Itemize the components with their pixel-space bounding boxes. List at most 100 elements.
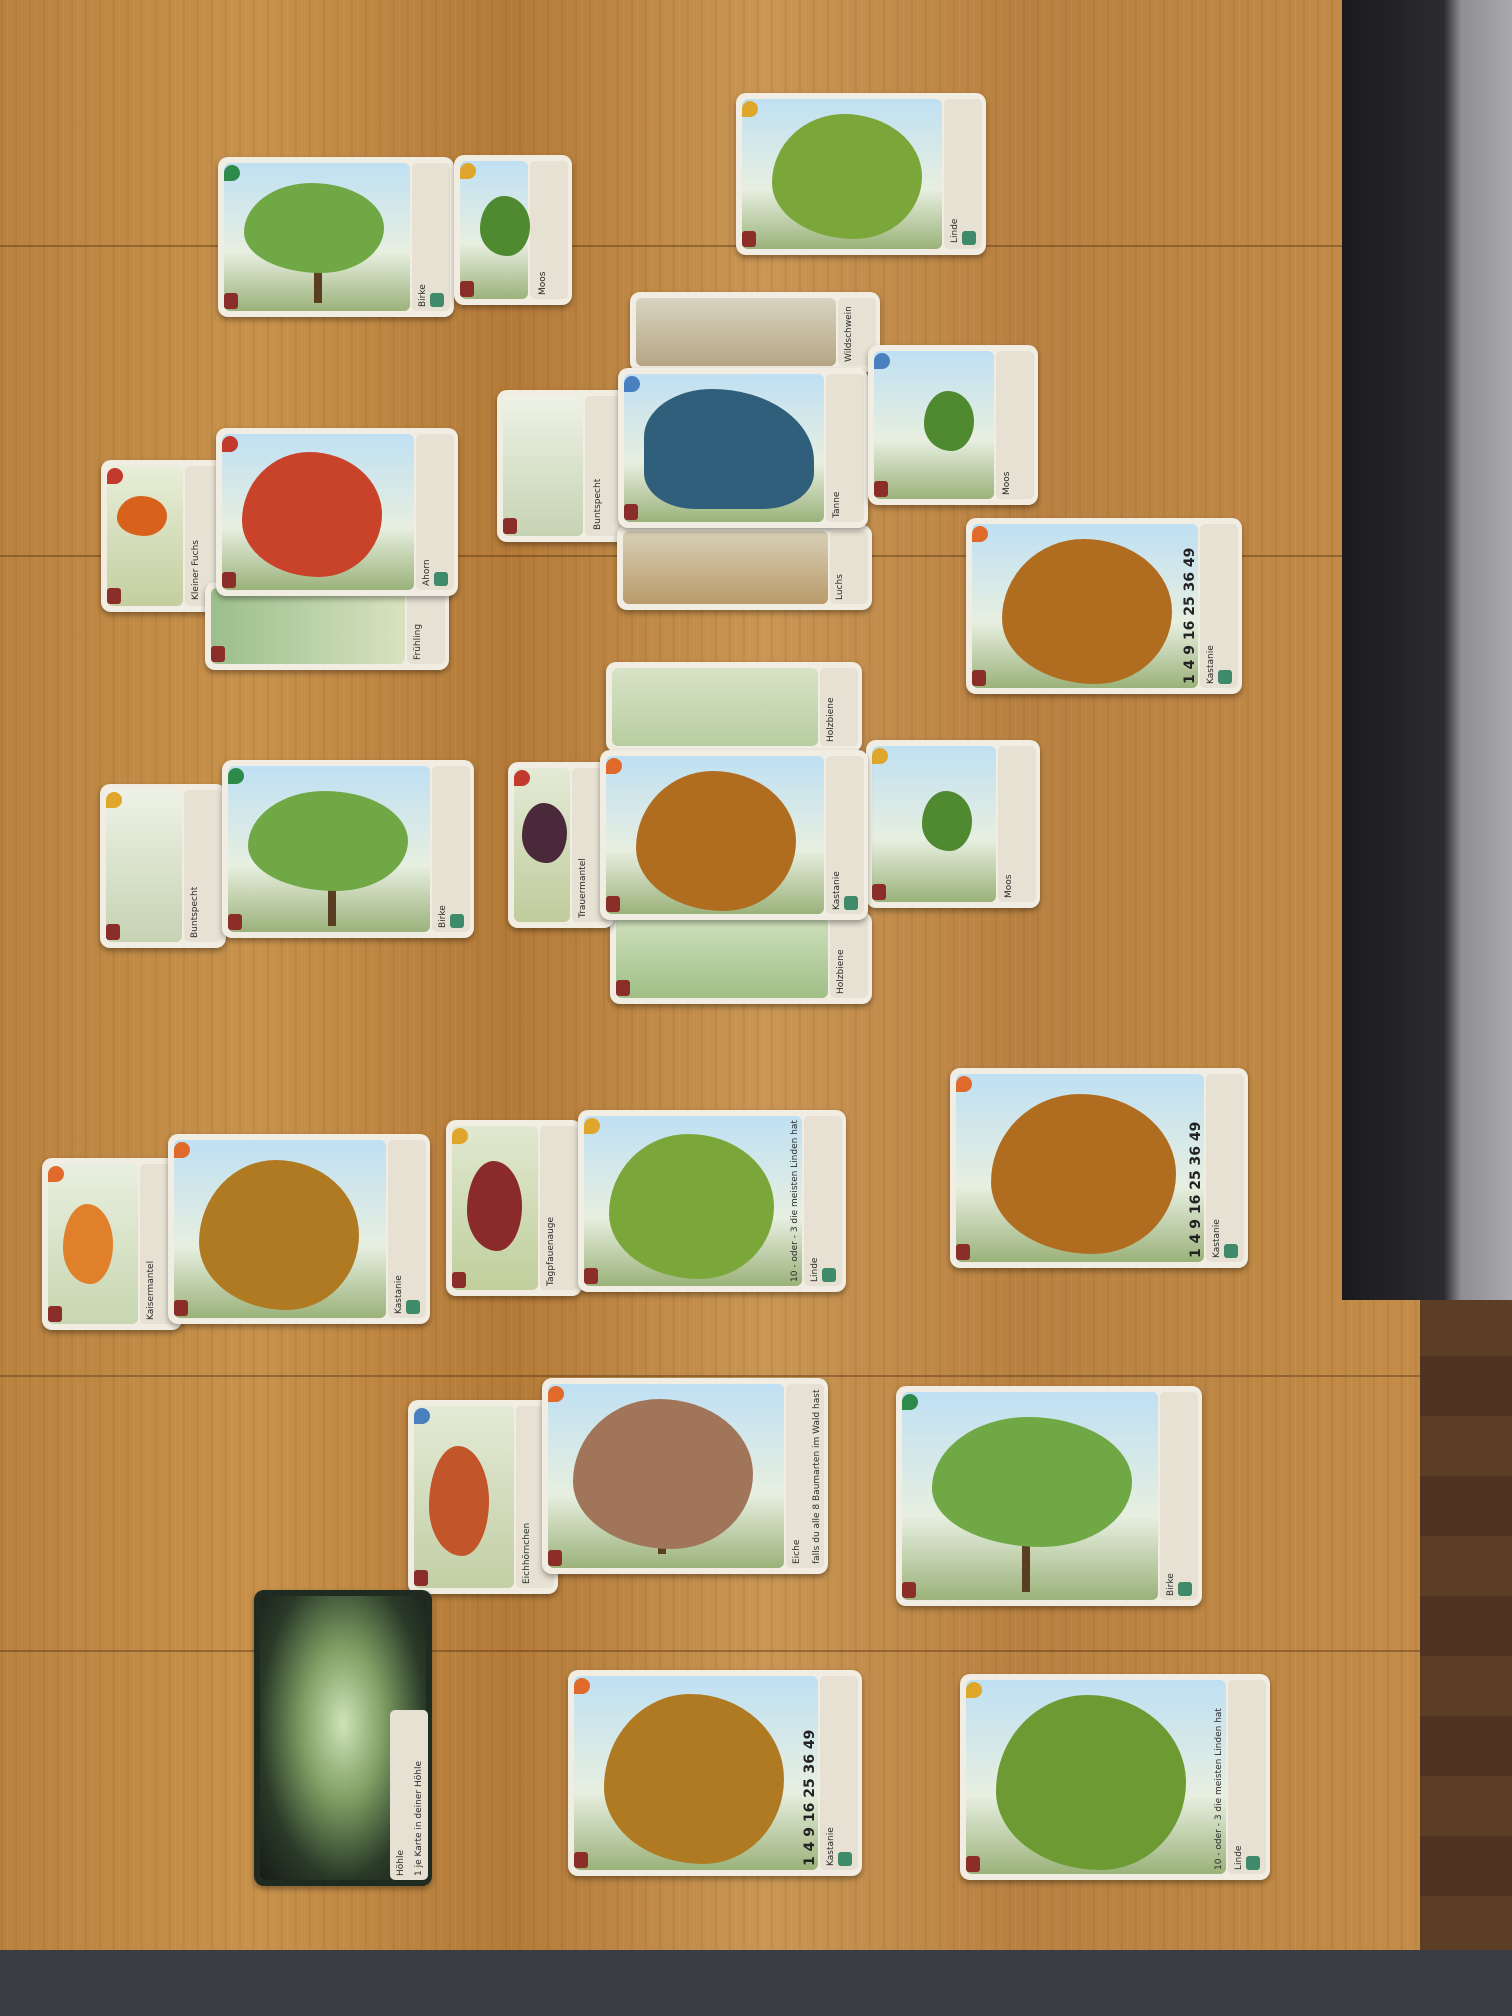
card-art bbox=[224, 163, 410, 311]
card-name: Moos bbox=[538, 271, 548, 295]
card-art bbox=[616, 918, 828, 998]
floor bbox=[1420, 1300, 1512, 2016]
card-name: Eiche bbox=[792, 1539, 802, 1564]
card-name: Eichhörnchen bbox=[522, 1522, 532, 1584]
card-art bbox=[902, 1392, 1158, 1600]
card-kastanie-right1[interactable]: Kastanie 1 4 9 16 25 36 49 bbox=[966, 518, 1242, 694]
card-hoehle[interactable]: Höhle 1 je Karte in deiner Höhle bbox=[254, 1590, 432, 1886]
card-name: Birke bbox=[418, 284, 428, 307]
card-luchs[interactable]: Luchs bbox=[617, 525, 872, 610]
card-name: Linde bbox=[950, 218, 960, 243]
card-name: Kastanie bbox=[1206, 645, 1216, 684]
card-art bbox=[460, 161, 530, 299]
card-panel bbox=[1160, 1392, 1198, 1600]
card-name: Buntspecht bbox=[593, 478, 603, 530]
card-name: Holzbiene bbox=[836, 949, 846, 995]
card-kastanie-center[interactable]: Kastanie bbox=[600, 750, 868, 920]
card-tagpfauenauge[interactable]: Tagpfauenauge bbox=[446, 1120, 582, 1296]
card-rule-text: falls du alle 8 Baumarten im Wald hast bbox=[812, 1389, 822, 1565]
card-art bbox=[874, 351, 994, 499]
card-trauermantel[interactable]: Trauermantel bbox=[508, 762, 614, 928]
card-art bbox=[211, 588, 405, 664]
card-name: Ahorn bbox=[422, 559, 432, 586]
card-art bbox=[956, 1074, 1204, 1262]
card-art bbox=[624, 374, 824, 522]
card-rule-text: 1 je Karte in deiner Höhle bbox=[414, 1760, 424, 1876]
card-kaisermantel[interactable]: Kaisermantel bbox=[42, 1158, 182, 1330]
card-kastanie-left[interactable]: Kastanie bbox=[168, 1134, 430, 1324]
card-art bbox=[574, 1676, 818, 1870]
card-name: Birke bbox=[1166, 1573, 1176, 1596]
card-art bbox=[872, 746, 996, 902]
card-name: Birke bbox=[438, 905, 448, 928]
plank-seam bbox=[0, 1375, 1420, 1377]
card-art bbox=[414, 1406, 514, 1588]
card-birke-right[interactable]: Birke bbox=[896, 1386, 1202, 1606]
card-holzbiene-bottom[interactable]: Holzbiene bbox=[610, 912, 872, 1004]
card-name: Kaisermantel bbox=[146, 1260, 156, 1320]
card-art bbox=[606, 756, 824, 914]
card-panel bbox=[530, 161, 568, 299]
knit-sleeve bbox=[1342, 0, 1512, 1300]
card-moos-top[interactable]: Moos bbox=[454, 155, 572, 305]
card-art bbox=[584, 1116, 802, 1286]
card-score-table: 1 4 9 16 25 36 49 bbox=[1188, 1121, 1204, 1258]
card-art bbox=[742, 99, 942, 249]
card-art bbox=[222, 434, 414, 590]
card-name: Holzbiene bbox=[826, 697, 836, 743]
card-wildschwein[interactable]: Wildschwein bbox=[630, 292, 880, 372]
card-ahorn[interactable]: Ahorn bbox=[216, 428, 458, 596]
card-name: Luchs bbox=[835, 574, 845, 600]
card-art bbox=[972, 524, 1198, 688]
card-art bbox=[514, 768, 570, 922]
card-buntspecht-mid[interactable]: Buntspecht bbox=[100, 784, 226, 948]
card-kastanie-right2[interactable]: Kastanie 1 4 9 16 25 36 49 bbox=[950, 1068, 1248, 1268]
card-art bbox=[106, 790, 182, 942]
card-name: Linde bbox=[1234, 1845, 1244, 1870]
card-name: Frühling bbox=[413, 623, 423, 660]
card-art bbox=[548, 1384, 784, 1568]
card-name: Trauermantel bbox=[578, 858, 588, 918]
card-art bbox=[966, 1680, 1226, 1874]
card-name: Moos bbox=[1002, 471, 1012, 495]
card-linde-mid[interactable]: Linde 10 - oder - 3 die meisten Linden h… bbox=[578, 1110, 846, 1292]
card-name: Tanne bbox=[832, 491, 842, 518]
card-art bbox=[48, 1164, 138, 1324]
card-art bbox=[228, 766, 430, 932]
plank-seam bbox=[0, 245, 1420, 247]
plank-seam bbox=[0, 1650, 1420, 1652]
card-art bbox=[503, 396, 583, 536]
card-name: Linde bbox=[810, 1257, 820, 1282]
card-birke-top[interactable]: Birke bbox=[218, 157, 454, 317]
card-name: Tagpfauenauge bbox=[546, 1216, 556, 1286]
card-eiche[interactable]: Eiche falls du alle 8 Baumarten im Wald … bbox=[542, 1378, 828, 1574]
chair-edge bbox=[0, 1950, 1512, 2016]
card-name: Kastanie bbox=[394, 1275, 404, 1314]
card-art bbox=[612, 668, 818, 746]
card-holzbiene-top[interactable]: Holzbiene bbox=[606, 662, 862, 752]
card-birke-mid[interactable]: Birke bbox=[222, 760, 474, 938]
card-name: Wildschwein bbox=[844, 306, 854, 362]
card-name: Kleiner Fuchs bbox=[191, 540, 201, 600]
card-moos-right[interactable]: Moos bbox=[868, 345, 1038, 505]
card-art bbox=[107, 466, 183, 606]
card-score-table: 1 4 9 16 25 36 49 bbox=[802, 1729, 818, 1866]
card-art bbox=[452, 1126, 538, 1290]
card-name: Moos bbox=[1004, 874, 1014, 898]
card-kastanie-bottom[interactable]: Kastanie 1 4 9 16 25 36 49 bbox=[568, 1670, 862, 1876]
card-eichhoernchen[interactable]: Eichhörnchen bbox=[408, 1400, 558, 1594]
card-moos-center[interactable]: Moos bbox=[866, 740, 1040, 908]
card-rule-text: 10 - oder - 3 die meisten Linden hat bbox=[1214, 1708, 1224, 1870]
card-name: Höhle bbox=[396, 1849, 406, 1876]
card-art bbox=[636, 298, 836, 366]
card-rule-text: 10 - oder - 3 die meisten Linden hat bbox=[790, 1120, 800, 1282]
card-linde-top[interactable]: Linde bbox=[736, 93, 986, 255]
card-score-table: 1 4 9 16 25 36 49 bbox=[1182, 547, 1198, 684]
card-linde-bottom[interactable]: Linde 10 - oder - 3 die meisten Linden h… bbox=[960, 1674, 1270, 1880]
card-name: Buntspecht bbox=[190, 886, 200, 938]
card-buntspecht-top[interactable]: Buntspecht bbox=[497, 390, 627, 542]
card-tanne[interactable]: Tanne bbox=[618, 368, 868, 528]
card-art bbox=[623, 531, 828, 604]
card-name: Kastanie bbox=[832, 871, 842, 910]
card-name: Kastanie bbox=[1212, 1219, 1222, 1258]
